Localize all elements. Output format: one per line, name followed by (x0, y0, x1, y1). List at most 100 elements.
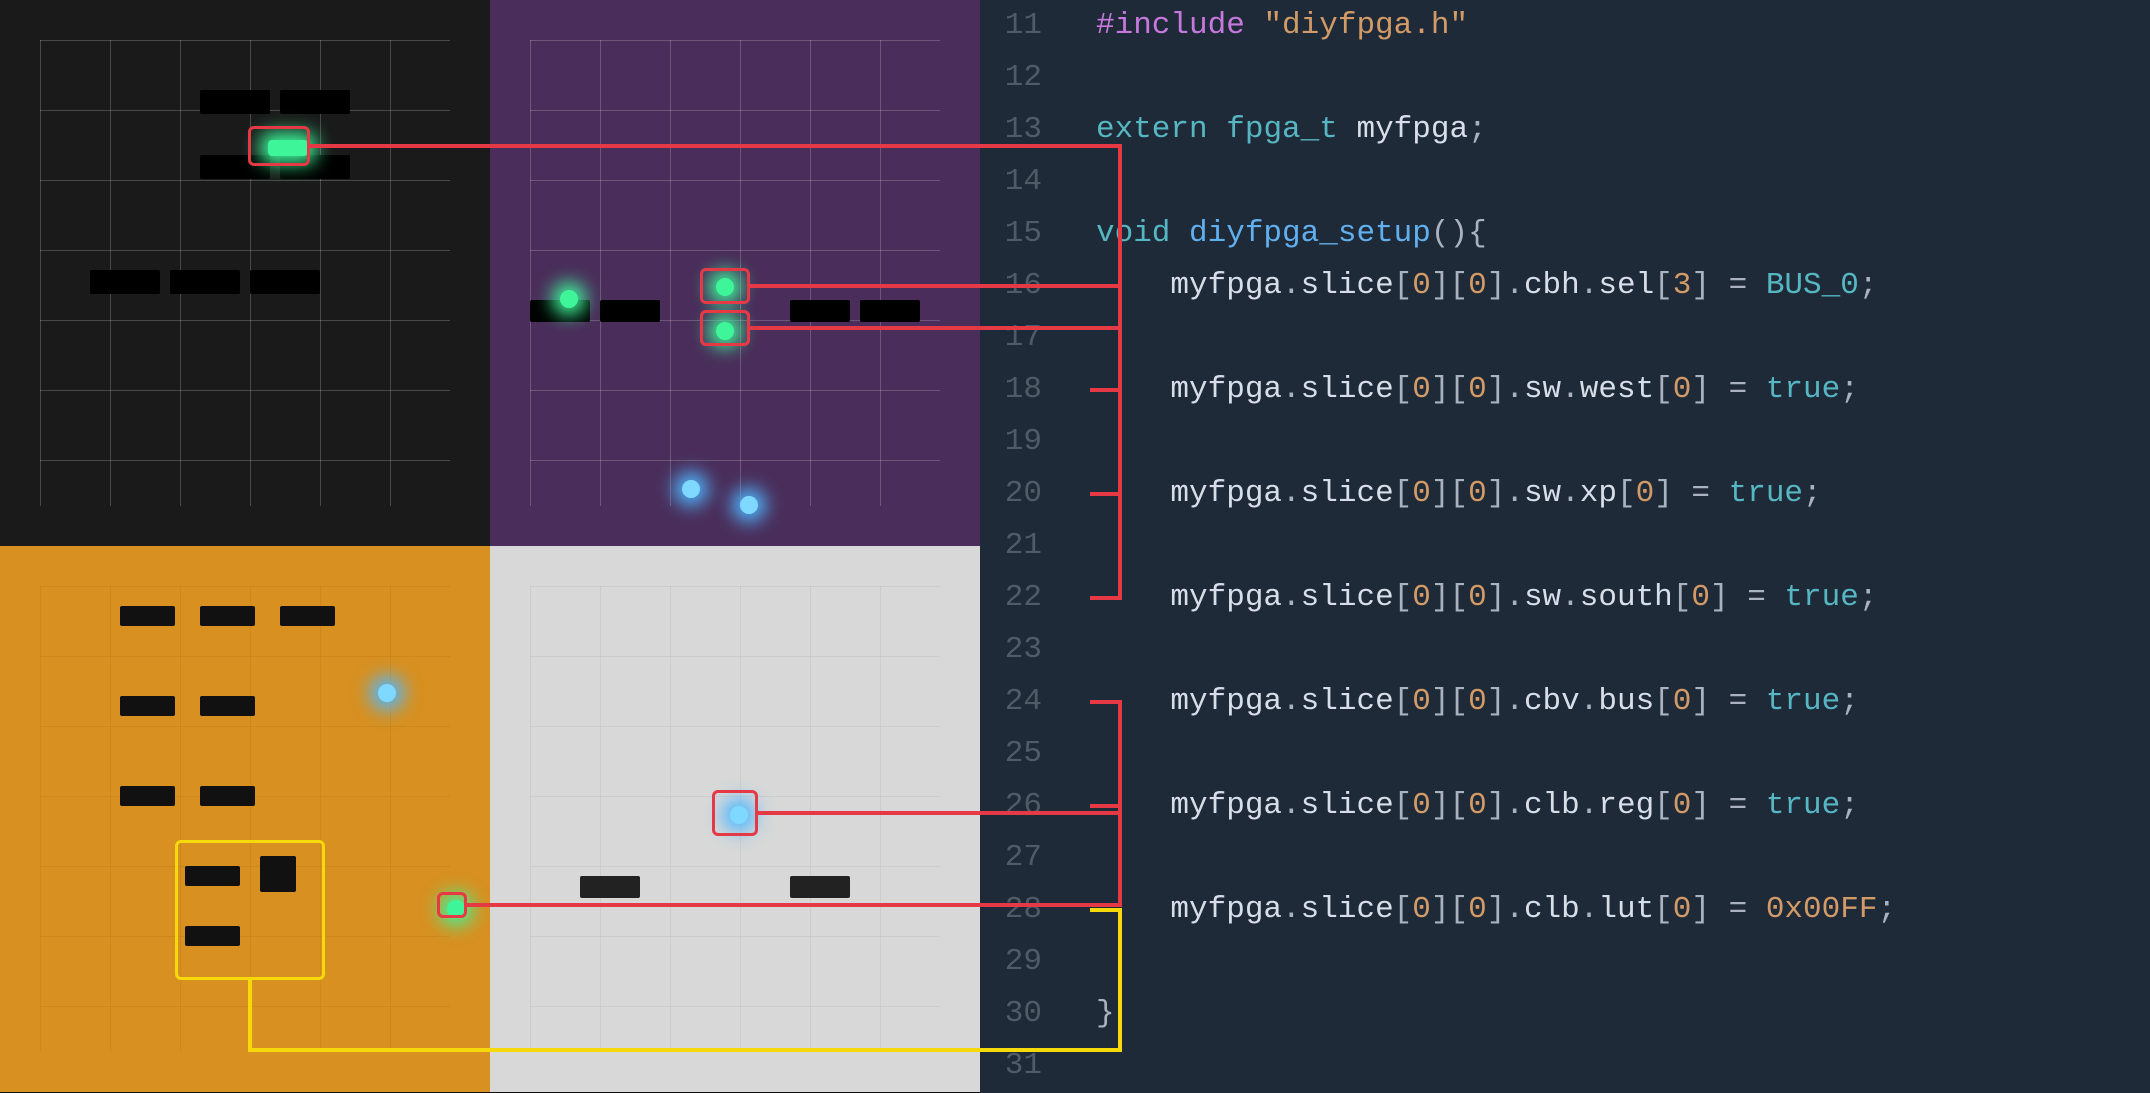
code-line[interactable] (1096, 312, 1896, 364)
code-token: slice (1301, 884, 1394, 936)
code-token: ; (1840, 676, 1859, 728)
code-token: . (1580, 780, 1599, 832)
code-line[interactable]: myfpga.slice[0][0].sw.south[0] = true; (1096, 572, 1896, 624)
code-token: myfpga (1170, 780, 1282, 832)
code-token: . (1580, 260, 1599, 312)
code-token: . (1282, 260, 1301, 312)
line-number: 31 (980, 1040, 1042, 1092)
code-line[interactable] (1096, 520, 1896, 572)
code-line[interactable]: myfpga.slice[0][0].sw.west[0] = true; (1096, 364, 1896, 416)
code-token: myfpga (1170, 468, 1282, 520)
code-token: ]. (1487, 468, 1524, 520)
code-token: ; (1859, 572, 1878, 624)
code-line[interactable]: #include "diyfpga.h" (1096, 0, 1896, 52)
code-token: sw (1524, 364, 1561, 416)
line-number: 21 (980, 520, 1042, 572)
code-line[interactable]: myfpga.slice[0][0].sw.xp[0] = true; (1096, 468, 1896, 520)
blue-led-icon (378, 684, 396, 702)
code-token: slice (1301, 676, 1394, 728)
code-token: ][ (1431, 572, 1468, 624)
code-token: [ (1673, 572, 1692, 624)
code-token: . (1282, 780, 1301, 832)
code-token: ] = (1691, 676, 1765, 728)
code-token: } (1096, 988, 1115, 1040)
code-line[interactable] (1096, 832, 1896, 884)
code-token: 0 (1673, 884, 1692, 936)
code-token: [ (1394, 468, 1413, 520)
code-token: true (1766, 364, 1840, 416)
code-line[interactable]: myfpga.slice[0][0].cbh.sel[3] = BUS_0; (1096, 260, 1896, 312)
code-token: 0 (1636, 468, 1655, 520)
code-token: cbh (1524, 260, 1580, 312)
code-token: ][ (1431, 468, 1468, 520)
line-number: 19 (980, 416, 1042, 468)
code-token: [ (1394, 884, 1413, 936)
code-token: . (1561, 468, 1580, 520)
code-token: slice (1301, 260, 1394, 312)
code-token: ] = (1691, 260, 1765, 312)
code-token: true (1766, 676, 1840, 728)
code-token: . (1282, 364, 1301, 416)
code-line[interactable] (1096, 936, 1896, 988)
code-token: ; (1468, 104, 1487, 156)
line-number: 15 (980, 208, 1042, 260)
code-token: ] = (1691, 884, 1765, 936)
code-token: true (1766, 780, 1840, 832)
line-number: 16 (980, 260, 1042, 312)
code-line[interactable]: myfpga.slice[0][0].clb.reg[0] = true; (1096, 780, 1896, 832)
code-line[interactable]: extern fpga_t myfpga; (1096, 104, 1896, 156)
code-body[interactable]: #include "diyfpga.h" extern fpga_t myfpga… (1070, 0, 1896, 1093)
code-editor[interactable]: 1112131415161718192021222324252627282930… (980, 0, 2150, 1093)
code-token: clb (1524, 884, 1580, 936)
code-token: 3 (1673, 260, 1692, 312)
code-token: ][ (1431, 364, 1468, 416)
code-line[interactable]: } (1096, 988, 1896, 1040)
code-token: 0 (1412, 884, 1431, 936)
code-token: sw (1524, 468, 1561, 520)
code-token: [ (1394, 572, 1413, 624)
code-token: ] = (1691, 780, 1765, 832)
code-token: fpga_t (1226, 104, 1356, 156)
code-token: slice (1301, 572, 1394, 624)
code-token: slice (1301, 364, 1394, 416)
code-line[interactable] (1096, 156, 1896, 208)
code-token: BUS_0 (1766, 260, 1859, 312)
code-line[interactable] (1096, 416, 1896, 468)
line-number: 13 (980, 104, 1042, 156)
code-token: 0 (1673, 780, 1692, 832)
code-token: 0 (1468, 364, 1487, 416)
code-token: [ (1654, 884, 1673, 936)
code-token: xp (1580, 468, 1617, 520)
code-token: ][ (1431, 676, 1468, 728)
code-token: diyfpga_setup (1189, 208, 1431, 260)
code-token: ] = (1691, 364, 1765, 416)
code-line[interactable] (1096, 1040, 1896, 1092)
code-line[interactable] (1096, 728, 1896, 780)
code-token: () (1431, 208, 1468, 260)
code-line[interactable]: myfpga.slice[0][0].clb.lut[0] = 0x00FF; (1096, 884, 1896, 936)
line-number: 12 (980, 52, 1042, 104)
code-token: ]. (1487, 676, 1524, 728)
line-number-gutter: 1112131415161718192021222324252627282930… (980, 0, 1070, 1093)
line-number: 26 (980, 780, 1042, 832)
code-token: ; (1877, 884, 1896, 936)
green-led-icon (716, 322, 734, 340)
code-token: ; (1840, 780, 1859, 832)
code-token: 0 (1412, 780, 1431, 832)
code-line[interactable]: myfpga.slice[0][0].cbv.bus[0] = true; (1096, 676, 1896, 728)
code-line[interactable] (1096, 52, 1896, 104)
code-token: bus (1598, 676, 1654, 728)
code-token: ]. (1487, 260, 1524, 312)
code-line[interactable] (1096, 624, 1896, 676)
code-token: 0 (1412, 364, 1431, 416)
code-token: 0 (1468, 260, 1487, 312)
code-token: 0 (1468, 572, 1487, 624)
code-token: 0 (1673, 676, 1692, 728)
line-number: 29 (980, 936, 1042, 988)
pcb-quadrant-purple (490, 0, 980, 546)
line-number: 22 (980, 572, 1042, 624)
code-token: ]. (1487, 780, 1524, 832)
code-token: extern (1096, 104, 1226, 156)
code-line[interactable]: void diyfpga_setup(){ (1096, 208, 1896, 260)
code-token: [ (1394, 780, 1413, 832)
